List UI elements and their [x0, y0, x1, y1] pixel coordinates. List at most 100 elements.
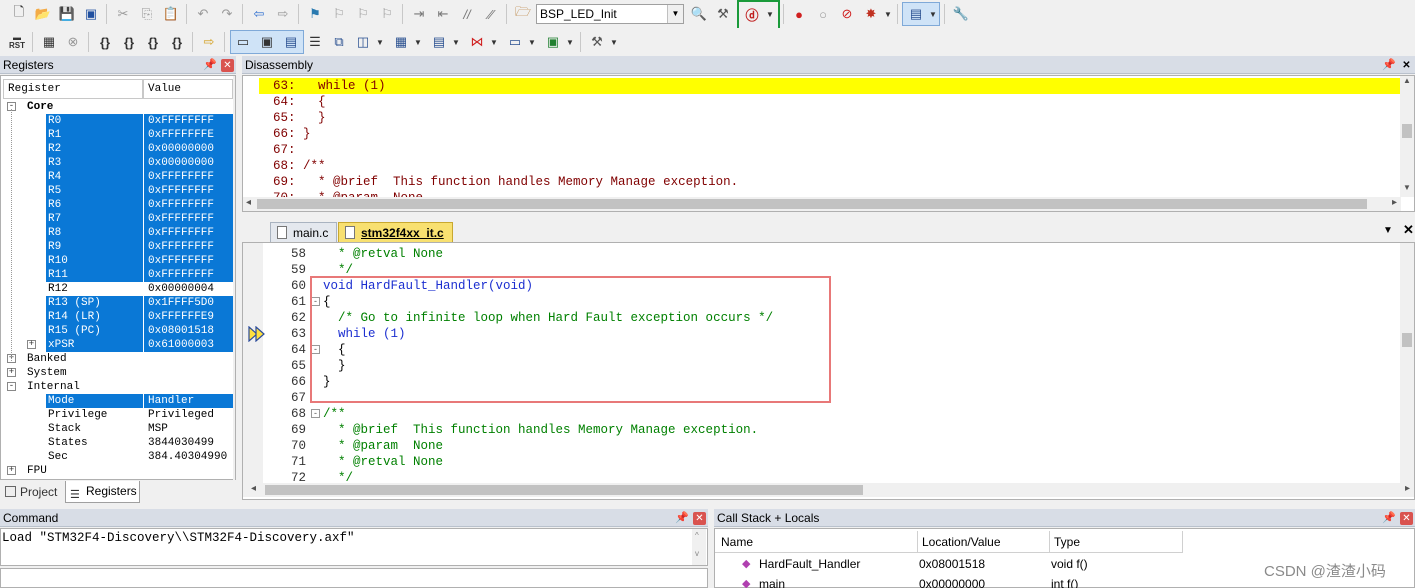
symbols-window-icon[interactable]: ▤ [280, 31, 302, 53]
indent-icon[interactable]: ⇥ [408, 3, 430, 25]
register-row[interactable]: Stack MSP [1, 422, 233, 436]
register-row[interactable]: + xPSR 0x61000003 [1, 338, 233, 352]
close-icon[interactable]: ✕ [1400, 511, 1413, 525]
paste-icon[interactable]: 📋 [160, 3, 182, 25]
memory-window-icon[interactable]: ▦ [390, 31, 412, 53]
register-row[interactable]: Sec 384.40304990 [1, 450, 233, 464]
disassembly-vscroll[interactable]: ▲ ▼ [1400, 76, 1414, 197]
chevron-down-icon[interactable]: ▼ [610, 38, 618, 47]
register-group-system[interactable]: + System [1, 366, 233, 380]
editor-hscroll[interactable]: ◂ ▸ [243, 483, 1414, 497]
col-register-header[interactable]: Register [3, 79, 143, 99]
copy-icon[interactable]: ⎘ [136, 3, 158, 25]
close-icon[interactable]: ✕ [693, 511, 706, 525]
close-icon[interactable]: ✕ [1403, 222, 1414, 238]
register-row[interactable]: R3 0x00000000 [1, 156, 233, 170]
register-row[interactable]: R7 0xFFFFFFFF [1, 212, 233, 226]
stop-icon[interactable]: ⊗ [62, 31, 84, 53]
run-to-cursor-icon[interactable]: {} [166, 31, 188, 53]
bookmark-icon[interactable]: ⚑ [304, 3, 326, 25]
system-viewer-icon[interactable]: ▣ [542, 31, 564, 53]
trace-icon[interactable]: ▭ [504, 31, 526, 53]
kill-breakpoints-icon[interactable]: ⊘ [836, 3, 858, 25]
chevron-down-icon[interactable]: ▼ [566, 38, 574, 47]
expand-icon[interactable]: + [7, 368, 16, 377]
pin-icon[interactable]: 📌 [203, 56, 217, 74]
chevron-down-icon[interactable]: ▼ [667, 5, 683, 23]
find-in-files-icon[interactable]: 🔍 [688, 3, 710, 25]
col-location-header[interactable]: Location/Value [918, 531, 1050, 553]
tab-list-chevron-icon[interactable]: ▼ [1383, 225, 1393, 236]
step-out-icon[interactable]: {} [142, 31, 164, 53]
tab-registers[interactable]: ☰ Registers [65, 481, 140, 503]
close-icon[interactable]: ✕ [221, 58, 234, 72]
expand-icon[interactable]: + [27, 340, 36, 349]
tab-main-c[interactable]: main.c [270, 222, 338, 242]
chevron-down-icon[interactable]: ▼ [452, 38, 460, 47]
unindent-icon[interactable]: ⇤ [432, 3, 454, 25]
register-row[interactable]: R2 0x00000000 [1, 142, 233, 156]
uncomment-icon[interactable]: ∕∕ [480, 3, 502, 25]
call-stack-icon[interactable]: ⧉ [328, 31, 350, 53]
register-row[interactable]: R1 0xFFFFFFFE [1, 128, 233, 142]
chevron-down-icon[interactable]: ▼ [528, 38, 536, 47]
watch-window-icon[interactable]: ◫ [352, 31, 374, 53]
register-row[interactable]: R11 0xFFFFFFFF [1, 268, 233, 282]
debug-session-icon[interactable]: ⓓ [741, 3, 763, 25]
register-row[interactable]: R4 0xFFFFFFFF [1, 170, 233, 184]
tab-stm32f4xx-it-c[interactable]: stm32f4xx_it.c [338, 222, 453, 242]
run-icon[interactable]: ▦ [38, 31, 60, 53]
nav-forward-icon[interactable]: ⇨ [272, 3, 294, 25]
register-row[interactable]: R6 0xFFFFFFFF [1, 198, 233, 212]
analysis-window-icon[interactable]: ⋈ [466, 31, 488, 53]
cut-icon[interactable]: ✂ [112, 3, 134, 25]
close-icon[interactable]: ✕ [1400, 59, 1413, 72]
expand-icon[interactable]: + [7, 466, 16, 475]
register-group-core[interactable]: - Core [1, 100, 233, 114]
register-row[interactable]: R12 0x00000004 [1, 282, 233, 296]
chevron-down-icon[interactable]: ▼ [884, 10, 892, 19]
register-row[interactable]: Mode Handler [1, 394, 233, 408]
chevron-down-icon[interactable]: ▼ [766, 10, 774, 19]
registers-window-icon[interactable]: ☰ [304, 31, 326, 53]
register-row[interactable]: States 3844030499 [1, 436, 233, 450]
save-icon[interactable]: 💾 [56, 3, 78, 25]
save-all-icon[interactable]: ▣ [80, 3, 102, 25]
col-value-header[interactable]: Value [143, 79, 233, 99]
step-into-icon[interactable]: {} [94, 31, 116, 53]
pin-icon[interactable]: 📌 [1382, 509, 1396, 527]
register-row[interactable]: R8 0xFFFFFFFF [1, 226, 233, 240]
chevron-down-icon[interactable]: ▼ [376, 38, 384, 47]
window-layout-icon[interactable]: ▤ [905, 3, 927, 25]
run-icon[interactable]: ✸ [860, 3, 882, 25]
register-row[interactable]: R5 0xFFFFFFFF [1, 184, 233, 198]
register-group-fpu[interactable]: + FPU [1, 464, 233, 478]
configure-icon[interactable]: 🔧 [950, 3, 972, 25]
collapse-icon[interactable]: - [7, 382, 16, 391]
register-row[interactable]: R10 0xFFFFFFFF [1, 254, 233, 268]
debug-search-icon[interactable]: ⚒ [712, 3, 734, 25]
bookmark-next-icon[interactable]: ⚐ [352, 3, 374, 25]
editor-vscroll[interactable] [1400, 243, 1414, 485]
tab-project[interactable]: Project [2, 483, 64, 502]
redo-icon[interactable]: ↷ [216, 3, 238, 25]
new-file-icon[interactable]: 🗋 [8, 3, 30, 25]
register-group-internal[interactable]: - Internal [1, 380, 233, 394]
serial-window-icon[interactable]: ▤ [428, 31, 450, 53]
disassembly-window-icon[interactable]: ▣ [256, 31, 278, 53]
bookmark-prev-icon[interactable]: ⚐ [328, 3, 350, 25]
chevron-down-icon[interactable]: ▼ [414, 38, 422, 47]
pin-icon[interactable]: 📌 [675, 509, 689, 527]
fold-collapse-icon[interactable]: - [311, 409, 320, 418]
col-name-header[interactable]: Name [715, 531, 918, 553]
bookmark-clear-icon[interactable]: ⚐ [376, 3, 398, 25]
register-row[interactable]: Privilege Privileged [1, 408, 233, 422]
target-options-icon[interactable]: 🗁 [512, 3, 534, 25]
callstack-row[interactable]: ◆ main 0x00000000 int f() [714, 574, 1182, 588]
chevron-down-icon[interactable]: ▼ [929, 10, 937, 19]
open-file-icon[interactable]: 📂 [32, 3, 54, 25]
reset-icon[interactable]: ▬ RST [6, 31, 28, 53]
comment-icon[interactable]: // [456, 3, 478, 25]
step-over-icon[interactable]: {} [118, 31, 140, 53]
command-window-icon[interactable]: ▭ [232, 31, 254, 53]
